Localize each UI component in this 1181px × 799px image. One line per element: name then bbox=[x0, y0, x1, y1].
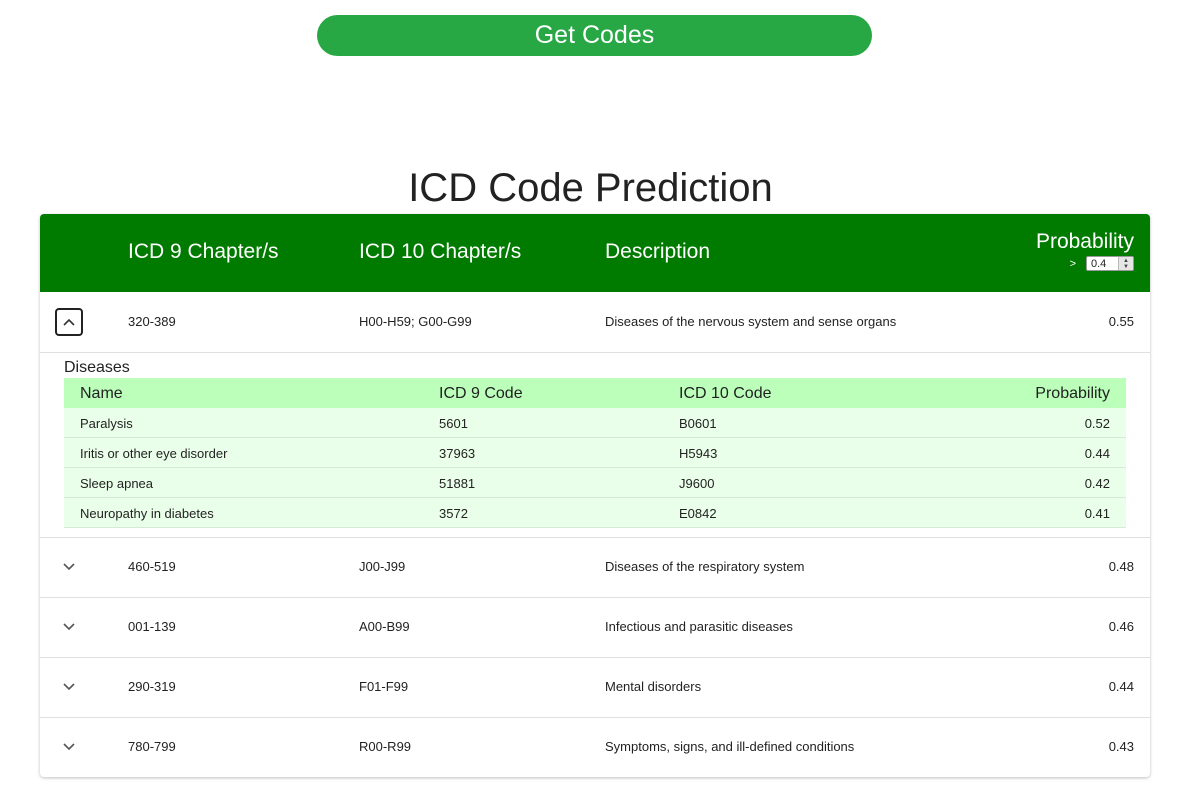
cell-probability: 0.46 bbox=[1108, 619, 1134, 634]
cell-description: Symptoms, signs, and ill-defined conditi… bbox=[605, 739, 855, 754]
cell-probability: 0.48 bbox=[1108, 559, 1134, 574]
disease-row: Sleep apnea 51881 J9600 0.42 bbox=[64, 468, 1126, 498]
disease-probability: 0.41 bbox=[1084, 506, 1110, 521]
cell-icd10-chapter: H00-H59; G00-G99 bbox=[359, 314, 472, 329]
cell-icd9-chapter: 290-319 bbox=[128, 679, 176, 694]
sub-header-icd10: ICD 10 Code bbox=[679, 385, 772, 402]
detail-title: Diseases bbox=[64, 359, 130, 376]
header-probability-label[interactable]: Probability bbox=[1036, 230, 1134, 254]
sub-header-icd9: ICD 9 Code bbox=[439, 385, 523, 402]
expand-row-button[interactable] bbox=[55, 613, 83, 641]
header-probability: Probability > 0.4 ▲ ▼ bbox=[1036, 230, 1134, 271]
disease-icd10: H5943 bbox=[679, 446, 718, 461]
table-row: 780-799 R00-R99 Symptoms, signs, and ill… bbox=[40, 717, 1150, 777]
table-row: 290-319 F01-F99 Mental disorders 0.44 bbox=[40, 657, 1150, 718]
table-row: 320-389 H00-H59; G00-G99 Diseases of the… bbox=[40, 292, 1150, 353]
spin-down-icon[interactable]: ▼ bbox=[1123, 264, 1129, 270]
cell-icd9-chapter: 320-389 bbox=[128, 314, 176, 329]
disease-row: Neuropathy in diabetes 3572 E0842 0.41 bbox=[64, 498, 1126, 528]
collapse-row-button[interactable] bbox=[55, 308, 83, 336]
disease-probability: 0.52 bbox=[1084, 416, 1110, 431]
page-title: ICD Code Prediction bbox=[408, 166, 773, 210]
disease-name: Neuropathy in diabetes bbox=[80, 506, 214, 521]
cell-icd10-chapter: J00-J99 bbox=[359, 559, 406, 574]
cell-description: Mental disorders bbox=[605, 679, 702, 694]
disease-probability: 0.42 bbox=[1084, 476, 1110, 491]
disease-icd10: E0842 bbox=[679, 506, 717, 521]
sub-header-probability: Probability bbox=[1035, 385, 1110, 402]
threshold-input[interactable]: 0.4 ▲ ▼ bbox=[1086, 256, 1134, 271]
cell-description: Diseases of the respiratory system bbox=[605, 559, 805, 574]
cell-icd9-chapter: 001-139 bbox=[128, 619, 176, 634]
chevron-up-icon bbox=[63, 318, 75, 326]
expand-row-button[interactable] bbox=[55, 673, 83, 701]
sub-header-name: Name bbox=[80, 385, 123, 402]
cell-icd10-chapter: A00-B99 bbox=[359, 619, 410, 634]
diseases-table-header: Name ICD 9 Code ICD 10 Code Probability bbox=[64, 378, 1126, 408]
disease-name: Iritis or other eye disorder bbox=[80, 446, 228, 461]
chevron-down-icon bbox=[63, 743, 75, 751]
get-codes-button[interactable]: Get Codes bbox=[317, 15, 872, 56]
disease-icd9: 51881 bbox=[439, 476, 476, 491]
disease-row: Paralysis 5601 B0601 0.52 bbox=[64, 408, 1126, 438]
chevron-down-icon bbox=[63, 563, 75, 571]
expand-row-button[interactable] bbox=[55, 553, 83, 581]
cell-description: Diseases of the nervous system and sense… bbox=[605, 314, 897, 329]
threshold-spinner[interactable]: ▲ ▼ bbox=[1118, 257, 1133, 270]
icd-results-table: ICD 9 Chapter/s ICD 10 Chapter/s Descrip… bbox=[40, 214, 1150, 777]
disease-icd10: J9600 bbox=[679, 476, 715, 491]
table-header: ICD 9 Chapter/s ICD 10 Chapter/s Descrip… bbox=[40, 214, 1150, 292]
disease-probability: 0.44 bbox=[1084, 446, 1110, 461]
disease-icd10: B0601 bbox=[679, 416, 717, 431]
cell-description: Infectious and parasitic diseases bbox=[605, 619, 793, 634]
diseases-table: Name ICD 9 Code ICD 10 Code Probability … bbox=[64, 378, 1126, 528]
table-row: 460-519 J00-J99 Diseases of the respirat… bbox=[40, 537, 1150, 598]
cell-probability: 0.44 bbox=[1108, 679, 1134, 694]
disease-name: Paralysis bbox=[80, 416, 133, 431]
threshold-operator: > bbox=[1069, 257, 1076, 270]
cell-icd10-chapter: F01-F99 bbox=[359, 679, 409, 694]
disease-icd9: 37963 bbox=[439, 446, 476, 461]
chevron-down-icon bbox=[63, 683, 75, 691]
cell-icd9-chapter: 460-519 bbox=[128, 559, 176, 574]
disease-row: Iritis or other eye disorder 37963 H5943… bbox=[64, 438, 1126, 468]
chevron-down-icon bbox=[63, 623, 75, 631]
row-detail-panel: Diseases Name ICD 9 Code ICD 10 Code Pro… bbox=[40, 352, 1150, 538]
disease-icd9: 3572 bbox=[439, 506, 468, 521]
header-description[interactable]: Description bbox=[605, 240, 710, 264]
header-icd10-chapters[interactable]: ICD 10 Chapter/s bbox=[359, 240, 521, 264]
header-icd9-chapters[interactable]: ICD 9 Chapter/s bbox=[128, 240, 279, 264]
disease-name: Sleep apnea bbox=[80, 476, 154, 491]
threshold-value: 0.4 bbox=[1091, 257, 1107, 270]
threshold-filter: > 0.4 ▲ ▼ bbox=[1036, 256, 1134, 271]
expand-row-button[interactable] bbox=[55, 733, 83, 761]
cell-icd10-chapter: R00-R99 bbox=[359, 739, 412, 754]
cell-icd9-chapter: 780-799 bbox=[128, 739, 176, 754]
table-row: 001-139 A00-B99 Infectious and parasitic… bbox=[40, 597, 1150, 658]
disease-icd9: 5601 bbox=[439, 416, 468, 431]
cell-probability: 0.55 bbox=[1108, 314, 1134, 329]
cell-probability: 0.43 bbox=[1108, 739, 1134, 754]
